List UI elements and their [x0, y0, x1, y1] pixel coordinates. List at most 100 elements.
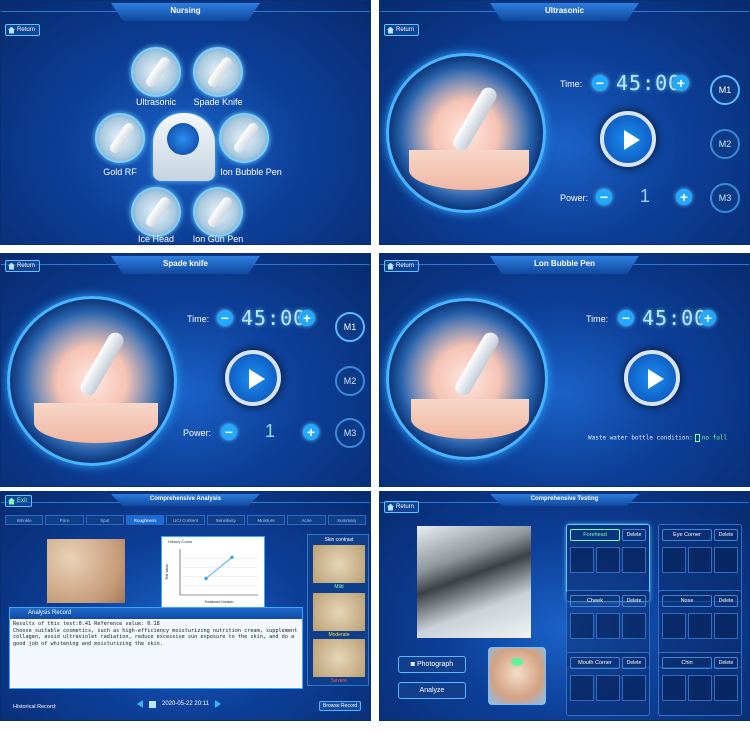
tab-pore[interactable]: Pore [45, 515, 84, 525]
device-image [153, 113, 215, 181]
tab-spot[interactable]: Spot [85, 515, 124, 525]
tab-summary[interactable]: Summary [327, 515, 366, 525]
delete-button[interactable]: Delete [714, 595, 738, 607]
tool-label-gold-rf: Gold RF [103, 167, 137, 177]
ice-head-tool-button[interactable] [131, 187, 181, 237]
tool-label-ion-gun-pen: Ion Gun Pen [192, 234, 244, 244]
analyze-button[interactable]: Analyze [398, 682, 466, 699]
spade-knife-tool-button[interactable] [193, 47, 243, 97]
zone-name: Nose [662, 595, 712, 607]
captured-photo [417, 526, 531, 638]
bottle-icon [694, 434, 700, 442]
mode-m2-button[interactable]: M2 [335, 366, 365, 396]
skin-contrast-column: Skin contrast Mild Moderate Severe [307, 534, 369, 686]
data-point [230, 555, 234, 559]
treatment-illustration [7, 296, 177, 466]
record-advice-line: Choose suitable cosmetics, such as high-… [13, 627, 298, 647]
x-axis-label: Treatment Number [204, 600, 234, 604]
ultrasonic-tool-button[interactable] [131, 47, 181, 97]
power-increase-button[interactable]: + [303, 424, 319, 440]
page-title: Lon Bubble Pen [380, 254, 749, 278]
time-increase-button[interactable]: + [299, 310, 315, 326]
bubble-pen-panel: Lon Bubble Pen Return Time: − 45:00 + Wa… [379, 253, 750, 487]
tool-label-ion-bubble-pen: Ion Bubble Pen [220, 167, 282, 177]
nursing-panel: Nursing Return Ultrasonic Spade Knife Go… [0, 0, 371, 245]
home-icon [387, 503, 394, 511]
calendar-icon [149, 700, 156, 708]
play-button[interactable] [624, 350, 680, 406]
skin-level-moderate: Moderate [328, 632, 350, 638]
zone-name: Chin [662, 657, 712, 669]
time-decrease-button[interactable]: − [592, 75, 608, 91]
mode-m3-button[interactable]: M3 [710, 183, 740, 213]
treatment-illustration [386, 53, 546, 213]
time-increase-button[interactable]: + [673, 75, 689, 91]
previous-date-icon[interactable] [137, 700, 143, 708]
page-title: Spade knife [1, 254, 370, 278]
return-button[interactable]: Return [384, 260, 420, 272]
ion-gun-pen-tool-button[interactable] [193, 187, 243, 237]
skin-level-severe: Severe [331, 678, 347, 684]
power-decrease-button[interactable]: − [596, 189, 612, 205]
play-button[interactable] [225, 350, 281, 406]
mode-m1-button[interactable]: M1 [710, 75, 740, 105]
zone-name: Forehead [570, 529, 620, 541]
testing-panel: Comprehensive Testing Return ◙ Photograp… [379, 491, 750, 721]
next-date-icon[interactable] [214, 700, 221, 708]
data-point [204, 576, 208, 581]
page-title: Comprehensive Testing [380, 492, 749, 516]
exit-icon [8, 497, 15, 505]
analysis-tabs: Wrinkle Pore Spot Roughness UCI Content … [5, 515, 366, 525]
analysis-record-header: Analysis Record [10, 608, 302, 619]
return-button[interactable]: Return [384, 24, 420, 36]
analysis-record: Analysis Record Results of this test:0.4… [9, 607, 303, 689]
mode-m2-button[interactable]: M2 [710, 129, 740, 159]
zone-name: Eye Corner [662, 529, 712, 541]
mode-m3-button[interactable]: M3 [335, 418, 365, 448]
browse-record-button[interactable]: Browse Record [319, 701, 362, 711]
page-title: Ultrasonic [380, 1, 749, 25]
waste-water-status: Waste water bottle condition: no full [588, 434, 727, 442]
spade-knife-panel: Spade knife Return Time: − 45:00 + Power… [0, 253, 371, 487]
gold-rf-tool-button[interactable] [95, 113, 145, 163]
home-icon [387, 262, 394, 270]
tab-acne[interactable]: Acne [287, 515, 326, 525]
tab-moisture[interactable]: Moisture [246, 515, 286, 525]
time-display: 45:00 [642, 306, 708, 330]
time-decrease-button[interactable]: − [217, 310, 233, 326]
ion-bubble-pen-tool-button[interactable] [219, 113, 269, 163]
analysis-record-text: Results of this test:0.41 Reference valu… [10, 619, 302, 649]
time-display: 45:00 [616, 71, 682, 95]
power-label: Power: [183, 428, 212, 438]
time-increase-button[interactable]: + [700, 310, 716, 326]
home-icon [387, 26, 394, 34]
return-button[interactable]: Return [5, 260, 41, 272]
power-decrease-button[interactable]: − [221, 424, 237, 440]
photograph-button[interactable]: ◙ Photograph [398, 656, 466, 673]
delete-button[interactable]: Delete [714, 657, 738, 669]
exit-button[interactable]: Exit [5, 495, 33, 507]
tab-roughness[interactable]: Roughness [125, 515, 165, 525]
mode-m1-button[interactable]: M1 [335, 312, 365, 342]
play-button[interactable] [600, 111, 656, 167]
tab-uci-content[interactable]: UCI Content [166, 515, 205, 525]
tab-wrinkle[interactable]: Wrinkle [5, 515, 44, 525]
delete-button[interactable]: Delete [622, 595, 646, 607]
time-label: Time: [187, 314, 210, 324]
zone-mouth-corner[interactable]: Mouth Corner Delete [566, 652, 650, 716]
delete-button[interactable]: Delete [714, 529, 738, 541]
home-icon [8, 26, 15, 34]
delete-button[interactable]: Delete [622, 529, 646, 541]
skin-sample-mild [313, 545, 365, 583]
zone-chin[interactable]: Chin Delete [658, 652, 742, 716]
page-title: Nursing [1, 1, 370, 25]
power-increase-button[interactable]: + [676, 189, 692, 205]
time-decrease-button[interactable]: − [618, 310, 634, 326]
waste-water-value: no full [701, 434, 728, 442]
delete-button[interactable]: Delete [622, 657, 646, 669]
return-button[interactable]: Return [384, 501, 420, 513]
return-button[interactable]: Return [5, 24, 41, 36]
date-navigator: 2020-05-22 20:11 [137, 700, 221, 708]
tab-sensitivity[interactable]: Sensitivity [206, 515, 245, 525]
time-display: 45:00 [241, 306, 307, 330]
